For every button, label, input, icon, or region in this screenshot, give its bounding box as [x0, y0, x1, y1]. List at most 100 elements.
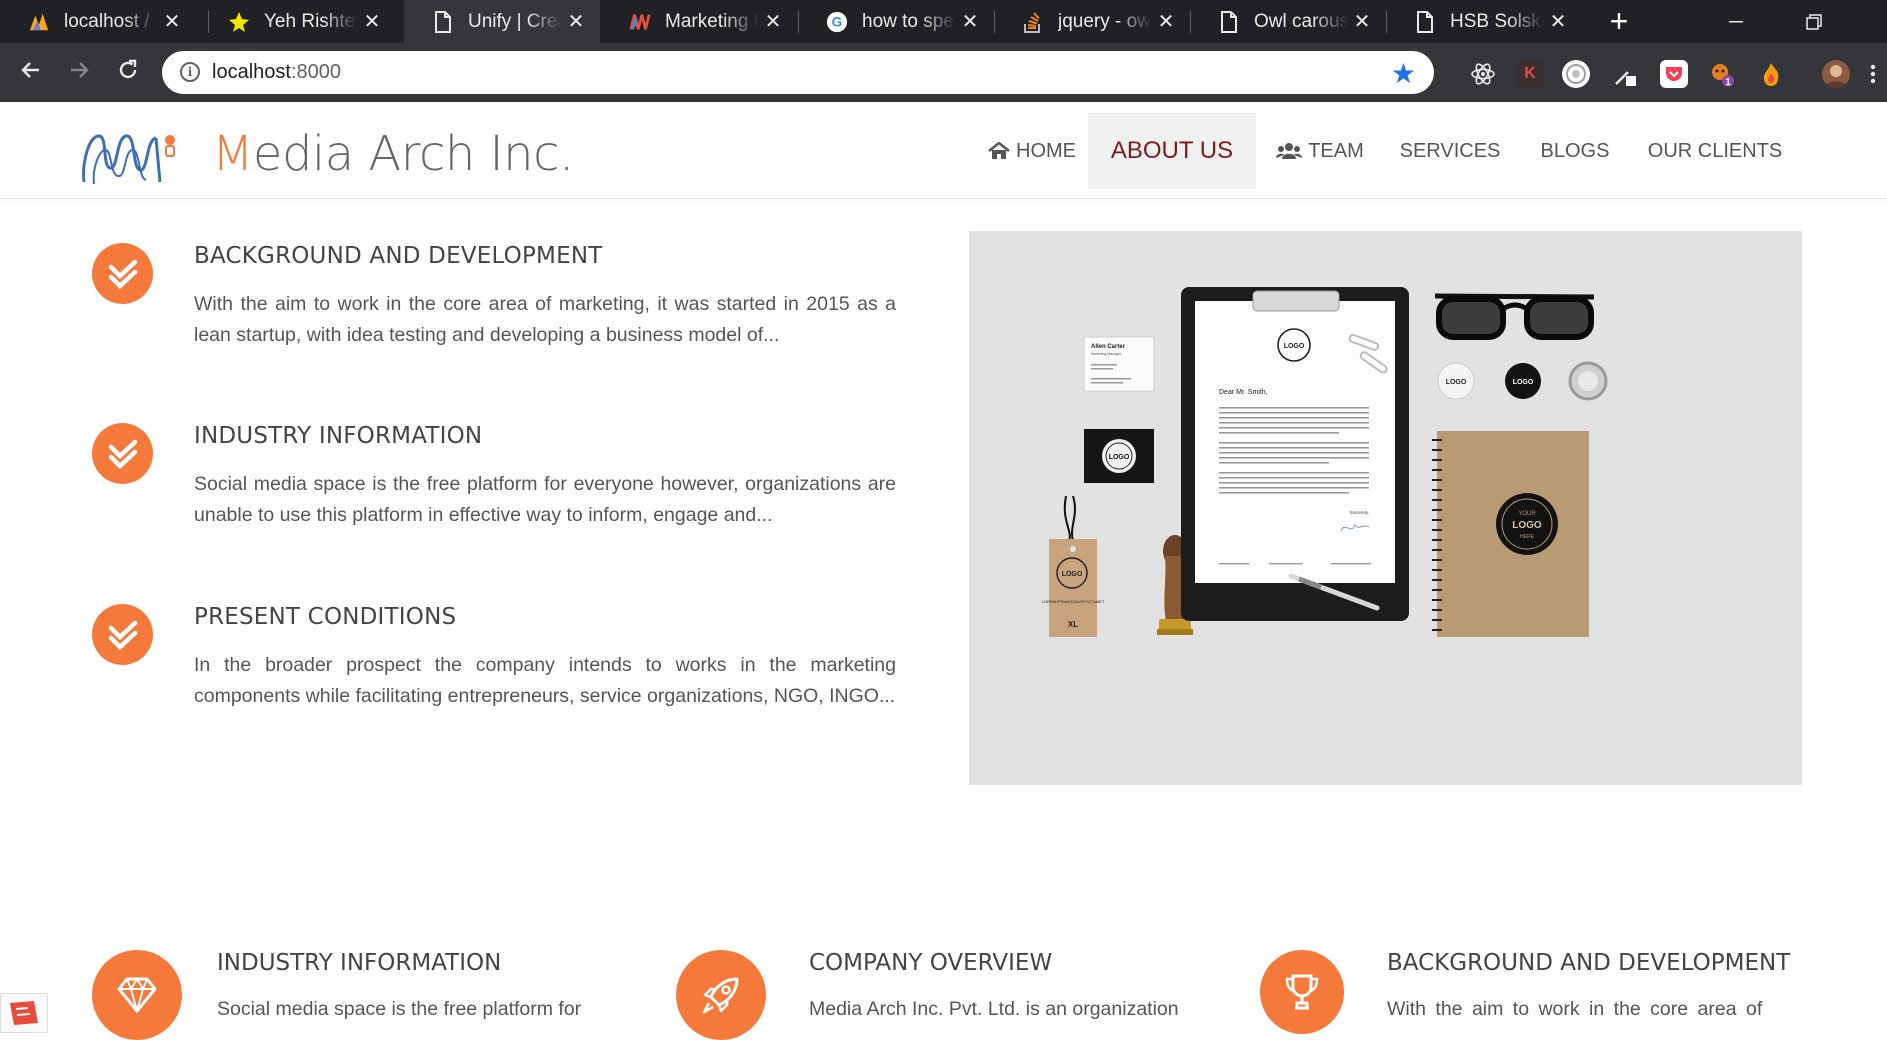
tab-title: jquery - owl	[1058, 10, 1152, 33]
nav-services[interactable]: SERVICES	[1388, 113, 1512, 189]
double-check-icon	[92, 604, 153, 665]
brand-name[interactable]: Media Arch Inc.	[212, 126, 574, 182]
fire-extension-icon[interactable]	[1757, 60, 1785, 88]
nav-team[interactable]: TEAM	[1270, 113, 1370, 189]
close-icon[interactable]: ✕	[158, 9, 186, 34]
bookmark-star-icon[interactable]: ★	[1391, 57, 1416, 90]
letter-greeting: Dear Mr. Smith,	[1219, 389, 1268, 396]
svg-text:G: G	[832, 14, 843, 29]
close-icon[interactable]: ✕	[1152, 9, 1180, 34]
feature-present: PRESENT CONDITIONS In the broader prospe…	[92, 604, 912, 754]
brand-rest: edia Arch Inc.	[252, 126, 574, 182]
extension-target-icon[interactable]	[1562, 60, 1590, 88]
floating-widget-button[interactable]	[0, 993, 48, 1033]
extension-k-icon[interactable]: K	[1516, 60, 1544, 88]
profile-avatar[interactable]	[1822, 60, 1850, 88]
browser-tab-7[interactable]: Owl carousel ✕	[1190, 0, 1386, 43]
site-header: Media Arch Inc. HOME ABOUT US TEAM SERVI…	[0, 102, 1887, 199]
google-icon: G	[826, 11, 848, 33]
double-check-icon	[92, 423, 153, 484]
branding-mockup-image: Allen Carter Marketing Manager LOGO LOGO…	[969, 231, 1802, 785]
bottom-feature-text: With the aim to work in the core area of	[1387, 998, 1763, 1020]
logo-text: LOGO	[1109, 454, 1130, 461]
tab-title: Yeh Rishtey Hai Pyaar Ke	[264, 10, 358, 33]
nav-home[interactable]: HOME	[970, 113, 1094, 189]
close-icon[interactable]: ✕	[956, 9, 984, 34]
nav-team-label: TEAM	[1308, 139, 1364, 162]
minimize-button[interactable]	[1706, 0, 1766, 43]
trophy-icon	[1260, 950, 1344, 1034]
browser-tab-8[interactable]: HSB Solskifte ✕	[1386, 0, 1582, 43]
users-icon	[1276, 142, 1303, 160]
chrome-menu-icon[interactable]	[1866, 60, 1880, 88]
minimize-icon	[1729, 20, 1743, 22]
pin-badges: LOGO LOGO	[1437, 361, 1608, 401]
browser-tab-strip: localhost / 127.0.0.1 ✕ Yeh Rishtey Hai …	[0, 0, 1887, 43]
logo-icon[interactable]	[80, 124, 180, 188]
feature-title: BACKGROUND AND DEVELOPMENT	[194, 243, 603, 269]
forward-arrow-icon	[71, 62, 89, 78]
tag-size: XL	[1068, 620, 1078, 629]
close-icon[interactable]: ✕	[358, 9, 386, 34]
bottom-feature-industry: INDUSTRY INFORMATION Social media space …	[92, 950, 652, 1040]
logo-your-text: YOUR	[1518, 511, 1536, 517]
browser-tab-4[interactable]: Marketing Media ✕	[601, 0, 797, 43]
feature-background: BACKGROUND AND DEVELOPMENT With the aim …	[92, 243, 912, 363]
feature-text: Social media space is the free platform …	[194, 473, 896, 526]
logo-here-text: HERE	[1520, 534, 1535, 540]
close-icon[interactable]: ✕	[759, 9, 787, 34]
nav-blogs[interactable]: BLOGS	[1530, 113, 1620, 189]
address-bar[interactable]: i localhost:8000 ★	[162, 51, 1434, 94]
bottom-feature-title: INDUSTRY INFORMATION	[217, 950, 502, 976]
close-icon[interactable]: ✕	[1348, 9, 1376, 34]
reload-icon	[119, 59, 137, 79]
logo-text: LOGO	[1512, 520, 1542, 531]
restore-icon	[1806, 13, 1822, 30]
phpmyadmin-icon	[28, 11, 50, 33]
nav-our-clients-label: OUR CLIENTS	[1647, 139, 1783, 162]
url-host: localhost	[212, 61, 291, 83]
logo-text: LOGO	[1062, 571, 1083, 578]
browser-tab-5[interactable]: G how to speed up ✕	[798, 0, 994, 43]
extension-badge: 1	[1725, 77, 1731, 88]
tab-title: how to speed up	[862, 10, 956, 33]
extension-character-icon[interactable]: 1	[1708, 60, 1736, 88]
close-icon[interactable]: ✕	[1544, 9, 1572, 34]
forward-button[interactable]	[62, 56, 96, 90]
nav-about-us[interactable]: ABOUT US	[1088, 113, 1256, 189]
close-icon[interactable]: ✕	[562, 9, 590, 34]
site-info-icon[interactable]: i	[180, 62, 200, 82]
bottom-feature-title: COMPANY OVERVIEW	[809, 950, 1053, 976]
react-devtools-icon[interactable]	[1469, 60, 1497, 88]
eyedropper-icon[interactable]	[1612, 60, 1640, 88]
browser-tab-1[interactable]: localhost / 127.0.0.1 ✕	[0, 0, 196, 43]
new-tab-button[interactable]: +	[1604, 4, 1634, 38]
restore-button[interactable]	[1784, 0, 1844, 43]
bottom-feature-company: COMPANY OVERVIEW Media Arch Inc. Pvt. Lt…	[676, 950, 1236, 1040]
tab-title: Marketing Media	[665, 10, 759, 33]
glasses	[1434, 293, 1595, 340]
rocket-icon	[676, 950, 766, 1040]
tag-text: LOREM IPSUM DOLOR SIT AMET	[1042, 599, 1105, 604]
logo-text: LOGO	[1284, 343, 1305, 350]
page-icon	[432, 10, 454, 33]
feature-text: In the broader prospect the company inte…	[194, 654, 896, 707]
nav-services-label: SERVICES	[1399, 139, 1501, 162]
browser-tab-3-active[interactable]: Unify | Creative ✕	[404, 0, 600, 43]
browser-tab-6[interactable]: jquery - owl ✕	[994, 0, 1190, 43]
url-text[interactable]: localhost:8000	[212, 61, 341, 84]
tab-title: localhost / 127.0.0.1	[64, 10, 158, 33]
pocket-icon[interactable]	[1660, 60, 1688, 88]
nav-about-us-label: ABOUT US	[1110, 137, 1234, 164]
widget-icon	[10, 1001, 38, 1025]
feature-title: INDUSTRY INFORMATION	[194, 423, 483, 449]
reload-button[interactable]	[111, 56, 145, 90]
back-button[interactable]	[14, 56, 48, 90]
clipboard-letterhead: LOGO Dear Mr. Smith, Sincerely,	[1181, 287, 1409, 621]
bottom-feature-title: BACKGROUND AND DEVELOPMENT	[1387, 950, 1791, 976]
browser-tab-2[interactable]: Yeh Rishtey Hai Pyaar Ke ✕	[200, 0, 396, 43]
hang-tag: LOGO LOREM IPSUM DOLOR SIT AMET XL	[1042, 495, 1105, 637]
nav-our-clients[interactable]: OUR CLIENTS	[1642, 113, 1788, 189]
letter-sign: Sincerely,	[1350, 510, 1369, 515]
diamond-icon	[92, 950, 182, 1040]
